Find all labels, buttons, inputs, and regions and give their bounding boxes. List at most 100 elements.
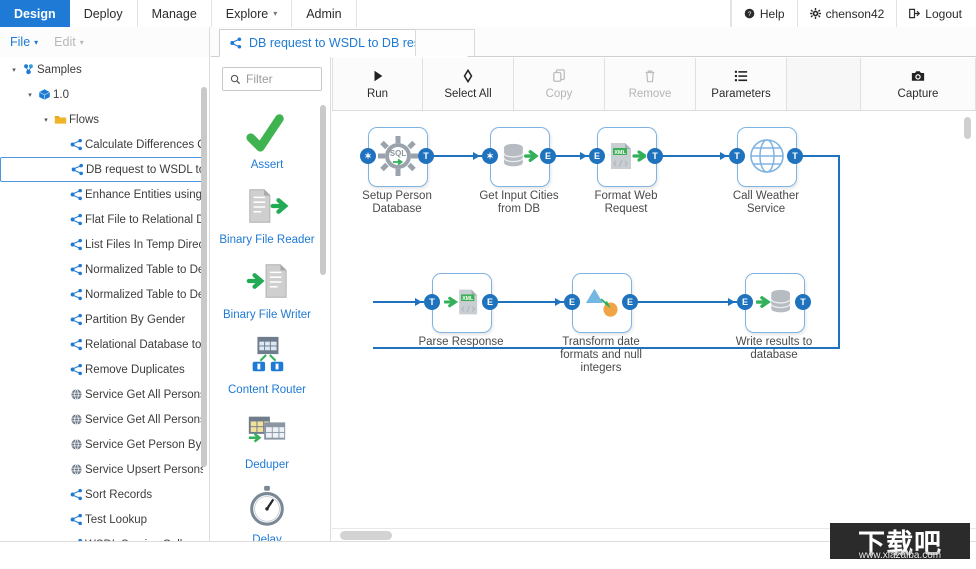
tree-item-label: Enhance Entities using Re (85, 188, 203, 201)
flow-icon (68, 188, 85, 201)
tree-item-flows[interactable]: ▾ Flows (0, 107, 203, 132)
palette-item-binary-file-writer[interactable]: Binary File Writer (211, 251, 323, 326)
tree-item-1-0[interactable]: ▾ 1.0 (0, 82, 203, 107)
tree-item-db-request-to-wsdl-to-db[interactable]: DB request to WSDL to DB (0, 157, 203, 182)
tree-item-label: Service Upsert Persons (85, 463, 203, 476)
input-port[interactable]: T (729, 148, 745, 164)
svg-text:SQL: SQL (390, 149, 407, 158)
connector-arrowhead (415, 297, 422, 306)
flow-connector[interactable] (655, 155, 729, 157)
connector-arrowhead (720, 151, 727, 160)
menu-item-deploy[interactable]: Deploy (70, 0, 138, 27)
tab-strip-filler (415, 29, 475, 56)
select-all-button[interactable]: Select All (423, 58, 514, 110)
input-port[interactable]: T (424, 294, 440, 310)
flow-node-label: Get Input Cities from DB (479, 190, 559, 215)
file-edit-menu: File ▾ Edit ▾ (0, 27, 210, 57)
service-icon (68, 463, 85, 476)
watermark-url: www.xiazaiba.com (858, 550, 942, 561)
menu-spacer (357, 0, 731, 27)
flow-icon (68, 263, 85, 276)
flow-canvas[interactable]: SQL ✶ T Setup Person Database ✶ E Get Input Cit… (332, 111, 976, 541)
project-tree-panel: ▾ Samples ▾ 1.0 ▾ Flows Calculate Differences … (0, 57, 210, 541)
tree-item-flat-file-to-relational-dat[interactable]: Flat File to Relational Dat (0, 207, 203, 232)
file-menu-button[interactable]: File ▾ (10, 35, 38, 49)
palette-scrollbar[interactable] (320, 105, 326, 535)
run-button[interactable]: Run (332, 58, 423, 110)
menu-item-label: Deploy (83, 6, 123, 21)
connector-arrowhead (580, 151, 587, 160)
output-port[interactable]: T (418, 148, 434, 164)
flow-connector[interactable] (630, 301, 737, 303)
user-menu-item-help[interactable]: ? Help (730, 0, 798, 27)
tree-item-sort-records[interactable]: Sort Records (0, 482, 203, 507)
input-port[interactable]: ✶ (482, 148, 498, 164)
chevron-down-icon[interactable]: ▾ (40, 116, 52, 124)
capture-button[interactable]: Capture (860, 58, 976, 110)
tree-item-list-files-in-temp-directo[interactable]: List Files In Temp Directo (0, 232, 203, 257)
input-port[interactable]: E (564, 294, 580, 310)
tree-item-samples[interactable]: ▾ Samples (0, 57, 203, 82)
tree-item-relational-database-to-fla[interactable]: Relational Database to Fla (0, 332, 203, 357)
palette-item-binary-file-reader[interactable]: Binary File Reader (211, 176, 323, 251)
tree-scrollbar-thumb[interactable] (201, 87, 207, 467)
flow-connector[interactable] (838, 155, 840, 349)
flow-connector[interactable] (373, 347, 840, 349)
tree-item-test-lookup[interactable]: Test Lookup (0, 507, 203, 532)
component-palette: Filter Assert Binary File Reader Binary Fi… (211, 57, 331, 541)
tree-item-wsdl-service-call[interactable]: WSDL Service Call (0, 532, 203, 541)
tree-scrollbar[interactable] (201, 59, 207, 514)
palette-item-deduper[interactable]: Deduper (211, 401, 323, 476)
edit-menu-button[interactable]: Edit ▾ (54, 35, 84, 49)
tree-item-service-get-all-persons-c[interactable]: Service Get All Persons C (0, 407, 203, 432)
input-port[interactable]: ✶ (360, 148, 376, 164)
parameters-button[interactable]: Parameters (696, 58, 787, 110)
tree-item-enhance-entities-using-re[interactable]: Enhance Entities using Re (0, 182, 203, 207)
menu-item-label: Explore (225, 6, 269, 21)
output-port[interactable]: T (647, 148, 663, 164)
output-port[interactable]: T (795, 294, 811, 310)
tree-item-remove-duplicates[interactable]: Remove Duplicates (0, 357, 203, 382)
menu-item-manage[interactable]: Manage (138, 0, 212, 27)
menu-item-admin[interactable]: Admin (292, 0, 357, 27)
canvas-hscroll-thumb[interactable] (340, 531, 392, 540)
tree-item-calculate-differences-onl[interactable]: Calculate Differences Onl (0, 132, 203, 157)
output-port[interactable]: E (482, 294, 498, 310)
flow-icon (68, 138, 85, 151)
tree-item-service-upsert-persons[interactable]: Service Upsert Persons (0, 457, 203, 482)
flow-node-label: Call Weather Service (732, 190, 800, 215)
main-menu: Design Deploy Manage Explore ▾ Admin (0, 0, 357, 27)
tree-item-partition-by-gender[interactable]: Partition By Gender (0, 307, 203, 332)
file-menu-label: File (10, 35, 31, 49)
canvas-vscroll-thumb[interactable] (964, 117, 971, 139)
flow-connector[interactable] (803, 155, 838, 157)
input-port[interactable]: E (589, 148, 605, 164)
router-table-icon (245, 334, 289, 381)
output-port[interactable]: E (540, 148, 556, 164)
flow-connector[interactable] (490, 301, 564, 303)
palette-item-delay[interactable]: Delay (211, 476, 323, 541)
output-port[interactable]: E (622, 294, 638, 310)
output-port[interactable]: T (787, 148, 803, 164)
user-menu-item-logout[interactable]: Logout (897, 0, 976, 27)
tree-item-normalized-table-to-deno[interactable]: Normalized Table to Deno (0, 282, 203, 307)
input-port[interactable]: E (737, 294, 753, 310)
tree-item-normalized-table-to-deno[interactable]: Normalized Table to Deno (0, 257, 203, 282)
in-xml-icon: XML (443, 286, 480, 321)
palette-item-assert[interactable]: Assert (211, 101, 323, 176)
tree-item-service-get-all-persons[interactable]: Service Get All Persons (0, 382, 203, 407)
canvas-vertical-scrollbar[interactable] (964, 117, 971, 522)
palette-scrollbar-thumb[interactable] (320, 105, 326, 275)
remove-button[interactable]: Remove (605, 58, 696, 110)
menu-item-design[interactable]: Design (0, 0, 70, 27)
user-menu-item-chenson42[interactable]: chenson42 (798, 0, 898, 27)
palette-item-content-router[interactable]: Content Router (211, 326, 323, 401)
chevron-down-icon[interactable]: ▾ (8, 66, 20, 74)
select-all-icon (461, 68, 475, 83)
menu-item-explore[interactable]: Explore ▾ (212, 0, 293, 27)
palette-filter[interactable]: Filter (222, 67, 322, 91)
chevron-down-icon[interactable]: ▾ (24, 91, 36, 99)
copy-button[interactable]: Copy (514, 58, 605, 110)
tree-item-service-get-person-by-id[interactable]: Service Get Person By Id (0, 432, 203, 457)
tree-item-label: DB request to WSDL to DB (86, 163, 202, 176)
